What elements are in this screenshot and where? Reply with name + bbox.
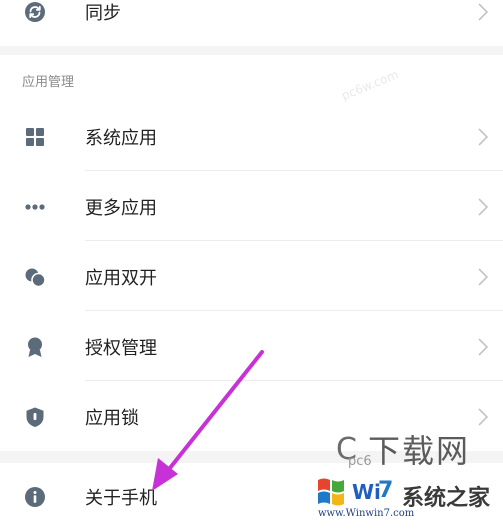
watermark-win-mark: Wi bbox=[352, 480, 381, 504]
watermark-big-text: 下载网 bbox=[368, 432, 471, 470]
watermark-line-text: 系统之家 bbox=[402, 486, 491, 511]
watermark-url: www.Winwin7.com bbox=[318, 508, 415, 519]
watermark-small-text: pc6 bbox=[348, 454, 372, 469]
watermark-seven-mark: 7 bbox=[378, 478, 394, 503]
settings-screen: 同步 应用管理 系统应用 更多应用 应用双开 授权管理 应用锁 关于手机 pc6… bbox=[0, 0, 503, 523]
watermark-logo: C 下载网 pc6 Wi 7 系统之家 www.Winwin7.com bbox=[306, 418, 503, 523]
windows-logo-icon bbox=[318, 478, 344, 506]
